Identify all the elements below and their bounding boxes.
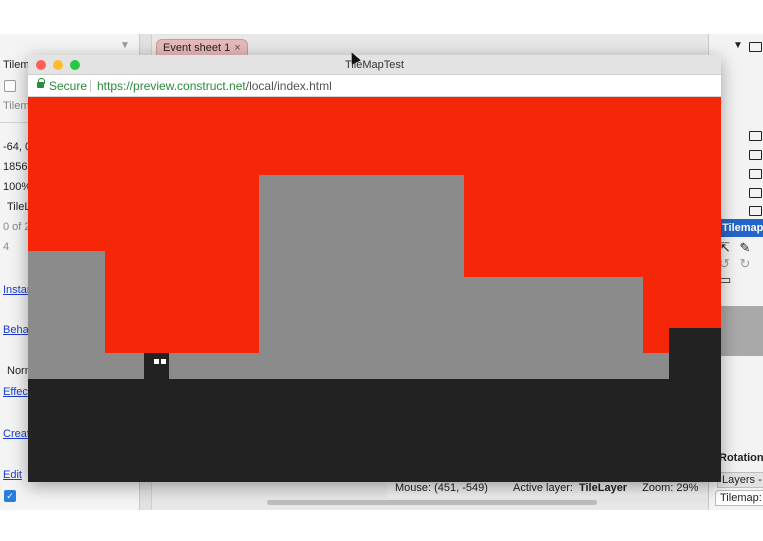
folder-icon[interactable] xyxy=(749,131,762,141)
divider xyxy=(90,80,91,92)
property-checkbox[interactable] xyxy=(4,80,16,92)
property-opacity-value[interactable]: 100% xyxy=(3,181,31,193)
window-title: TileMapTest xyxy=(345,59,404,71)
effects-link[interactable]: Effec xyxy=(3,386,28,398)
ground-floor xyxy=(28,379,721,482)
url-path: /local/index.html xyxy=(245,79,332,93)
tile-palette[interactable] xyxy=(719,306,763,356)
tab-layers[interactable]: Layers - xyxy=(717,472,763,488)
tilemap-tools: ⇱ ✎ ↺ ↻ ▭ xyxy=(719,240,750,288)
create-link[interactable]: Creat xyxy=(3,428,30,440)
property-z-value: 4 xyxy=(3,241,10,253)
tilemap-bar-header: Tilemap: T xyxy=(719,219,763,237)
lock-icon xyxy=(37,78,45,88)
player-eye xyxy=(161,359,166,364)
preview-browser-window: TileMapTest Secure https://preview.const… xyxy=(28,55,721,482)
player-eye xyxy=(154,359,159,364)
player-character xyxy=(144,353,169,379)
tab-label: Event sheet 1 xyxy=(163,42,231,54)
terrain-block xyxy=(259,175,464,379)
game-canvas[interactable] xyxy=(28,97,721,482)
close-icon[interactable]: × xyxy=(234,42,240,54)
chevron-down-icon[interactable]: ▼ xyxy=(120,40,130,51)
folder-icon[interactable] xyxy=(749,188,762,198)
rotate-right-icon[interactable]: ↻ xyxy=(740,256,751,271)
ground-block xyxy=(669,328,721,379)
folder-icon[interactable] xyxy=(749,150,762,160)
active-layer-label: Active layer: xyxy=(513,482,573,494)
tab-tilemap[interactable]: Tilemap: xyxy=(715,490,763,506)
rotation-label: Rotation xyxy=(719,452,763,464)
property-count-value: 0 of 2 xyxy=(3,221,31,233)
terrain-block xyxy=(643,353,669,379)
enabled-checkbox[interactable]: ✓ xyxy=(4,490,16,502)
edit-link[interactable]: Edit xyxy=(3,469,22,481)
active-layer-value: TileLayer xyxy=(578,482,628,494)
secure-label: Secure xyxy=(49,79,88,93)
screen: Tilem ▼ Tilem -64, 0 1856 100% TileL 0 o… xyxy=(0,0,763,541)
property-type-row: Tilem xyxy=(3,100,30,112)
property-position-value[interactable]: -64, 0 xyxy=(3,141,31,153)
expand-triangle-icon[interactable]: ▼ xyxy=(733,40,743,51)
zoom-level: Zoom: 29% xyxy=(642,482,699,494)
folder-icon[interactable] xyxy=(749,206,762,216)
property-name-row: Tilem xyxy=(3,59,30,71)
property-layer-value[interactable]: TileL xyxy=(7,201,30,213)
folder-icon[interactable] xyxy=(749,169,762,179)
address-bar[interactable]: Secure https://preview.construct.net/loc… xyxy=(28,75,721,97)
terrain-block xyxy=(464,277,643,379)
url-text[interactable]: https://preview.construct.net/local/inde… xyxy=(97,75,332,97)
url-host: https://preview.construct.net xyxy=(97,79,246,93)
terrain-block xyxy=(105,353,259,379)
mouse-position: Mouse: (451, -549) xyxy=(395,482,488,494)
horizontal-scrollbar[interactable] xyxy=(267,500,597,505)
pencil-tool-icon[interactable]: ✎ xyxy=(740,240,751,255)
property-size-value[interactable]: 1856 xyxy=(3,161,27,173)
terrain-block xyxy=(28,251,105,379)
folder-icon[interactable] xyxy=(749,42,762,52)
behaviors-link[interactable]: Beha xyxy=(3,324,29,336)
window-titlebar: TileMapTest xyxy=(28,55,721,75)
